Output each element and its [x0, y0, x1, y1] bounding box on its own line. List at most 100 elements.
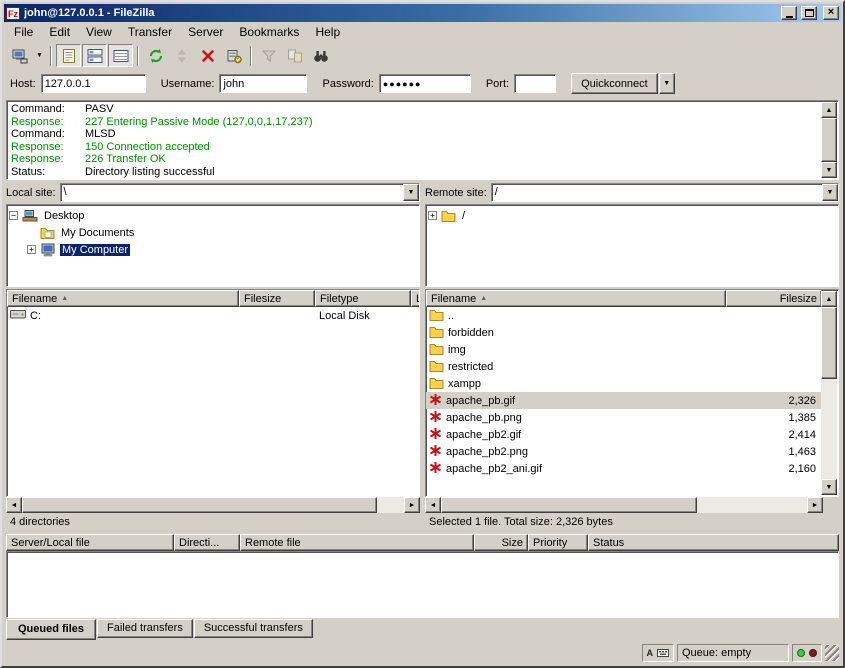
local-directory-tree: − Desktop My Documents + My Computer: [6, 204, 420, 287]
column-status[interactable]: Status: [588, 534, 839, 551]
column-remote-file[interactable]: Remote file: [240, 534, 474, 551]
cancel-icon: [200, 48, 216, 64]
menu-help[interactable]: Help: [307, 23, 348, 42]
file-row[interactable]: restricted: [426, 358, 822, 375]
find-button[interactable]: [308, 44, 333, 67]
port-input[interactable]: [514, 74, 556, 93]
menu-view[interactable]: View: [78, 23, 120, 42]
disconnect-button[interactable]: [221, 44, 246, 67]
scroll-thumb[interactable]: [821, 118, 837, 162]
username-input[interactable]: [219, 74, 307, 93]
cancel-button[interactable]: [195, 44, 220, 67]
file-row[interactable]: ..: [426, 307, 822, 324]
log-label: Status:: [11, 166, 85, 179]
filter-button[interactable]: [256, 44, 281, 67]
column-filetype[interactable]: Filetype: [315, 290, 411, 307]
filezilla-window: Fz john@127.0.0.1 - FileZilla × File Edi…: [0, 0, 845, 668]
remote-horizontal-scrollbar[interactable]: ◄ ►: [425, 497, 823, 513]
tree-item-my-computer[interactable]: + My Computer: [27, 241, 417, 258]
file-row[interactable]: apache_pb2.png 1,463: [426, 443, 822, 460]
toolbar-separator: [50, 46, 52, 66]
file-row[interactable]: apache_pb2.gif 2,414: [426, 426, 822, 443]
menubar: File Edit View Transfer Server Bookmarks…: [4, 22, 841, 42]
toggle-log-button[interactable]: [56, 44, 81, 67]
site-manager-dropdown[interactable]: ▼: [33, 44, 46, 67]
file-name: ..: [448, 310, 454, 322]
scroll-left-icon[interactable]: ◄: [6, 497, 22, 513]
tree-item-root[interactable]: + /: [428, 207, 836, 224]
column-filesize[interactable]: Filesize: [726, 290, 822, 307]
scroll-thumb[interactable]: [22, 497, 377, 513]
tab-successful-transfers[interactable]: Successful transfers: [194, 619, 313, 638]
message-log-icon: [61, 48, 77, 64]
desktop-icon: [22, 209, 38, 223]
tab-queued-files[interactable]: Queued files: [6, 619, 96, 640]
file-row-selected[interactable]: apache_pb.gif 2,326: [426, 392, 822, 409]
quickconnect-button[interactable]: Quickconnect: [571, 73, 658, 94]
remote-site-combo[interactable]: / ▼: [491, 183, 839, 202]
process-queue-button[interactable]: [169, 44, 194, 67]
column-filesize[interactable]: Filesize: [239, 290, 315, 307]
password-input[interactable]: [379, 74, 471, 93]
scroll-down-icon[interactable]: ▼: [821, 162, 837, 178]
file-row[interactable]: forbidden: [426, 324, 822, 341]
column-size[interactable]: Size: [474, 534, 528, 551]
column-priority[interactable]: Priority: [528, 534, 588, 551]
column-server-local-file[interactable]: Server/Local file: [6, 534, 174, 551]
host-input[interactable]: [41, 74, 146, 93]
process-queue-icon: [174, 48, 190, 64]
file-row[interactable]: apache_pb.png 1,385: [426, 409, 822, 426]
toggle-queue-button[interactable]: [108, 44, 133, 67]
expand-icon[interactable]: +: [27, 245, 36, 254]
tab-failed-transfers[interactable]: Failed transfers: [97, 619, 193, 638]
close-button[interactable]: ×: [823, 6, 839, 20]
compare-button[interactable]: [282, 44, 307, 67]
refresh-button[interactable]: [143, 44, 168, 67]
site-manager-button[interactable]: [7, 44, 32, 67]
menu-bookmarks[interactable]: Bookmarks: [231, 23, 307, 42]
minimize-button[interactable]: [781, 6, 797, 20]
file-row-c-drive[interactable]: C: Local Disk: [7, 307, 419, 324]
menu-transfer[interactable]: Transfer: [120, 23, 180, 42]
combo-dropdown-icon[interactable]: ▼: [822, 184, 838, 201]
site-manager-icon: [12, 48, 28, 64]
scroll-right-icon[interactable]: ►: [404, 497, 420, 513]
menu-server[interactable]: Server: [180, 23, 231, 42]
scroll-thumb[interactable]: [821, 307, 837, 379]
toggle-treeview-button[interactable]: [82, 44, 107, 67]
column-filename[interactable]: Filename▲: [7, 290, 239, 307]
log-scrollbar[interactable]: ▲ ▼: [821, 102, 837, 178]
maximize-button[interactable]: [801, 6, 817, 20]
file-row[interactable]: xampp: [426, 375, 822, 392]
tree-item-desktop[interactable]: − Desktop: [9, 207, 417, 224]
scroll-down-icon[interactable]: ▼: [821, 479, 837, 495]
scroll-right-icon[interactable]: ►: [807, 497, 823, 513]
queue-view-icon: [113, 48, 129, 64]
quickconnect-dropdown[interactable]: ▼: [659, 73, 675, 94]
folder-icon: [429, 376, 444, 392]
expand-icon[interactable]: +: [428, 211, 437, 220]
indicator-panel: A: [642, 644, 675, 662]
log-label: Response:: [11, 116, 85, 129]
combo-dropdown-icon[interactable]: ▼: [403, 184, 419, 201]
column-last-modified[interactable]: L: [411, 290, 420, 307]
tree-item-my-documents[interactable]: My Documents: [27, 224, 417, 241]
collapse-icon[interactable]: −: [9, 211, 18, 220]
remote-vertical-scrollbar[interactable]: ▲ ▼: [821, 291, 837, 495]
column-filename[interactable]: Filename▲: [426, 290, 726, 307]
drive-icon: [10, 308, 26, 323]
file-row[interactable]: img: [426, 341, 822, 358]
scroll-thumb[interactable]: [441, 497, 697, 513]
local-site-combo[interactable]: \ ▼: [60, 183, 420, 202]
scroll-up-icon[interactable]: ▲: [821, 291, 837, 307]
tree-view-icon: [87, 48, 103, 64]
resize-grip[interactable]: [825, 645, 839, 661]
local-horizontal-scrollbar[interactable]: ◄ ►: [6, 497, 420, 513]
file-row[interactable]: apache_pb2_ani.gif 2,160: [426, 460, 822, 477]
column-direction[interactable]: Directi...: [174, 534, 240, 551]
scroll-up-icon[interactable]: ▲: [821, 102, 837, 118]
remote-site-label: Remote site:: [425, 187, 487, 199]
scroll-left-icon[interactable]: ◄: [425, 497, 441, 513]
menu-file[interactable]: File: [6, 23, 41, 42]
menu-edit[interactable]: Edit: [41, 23, 78, 42]
